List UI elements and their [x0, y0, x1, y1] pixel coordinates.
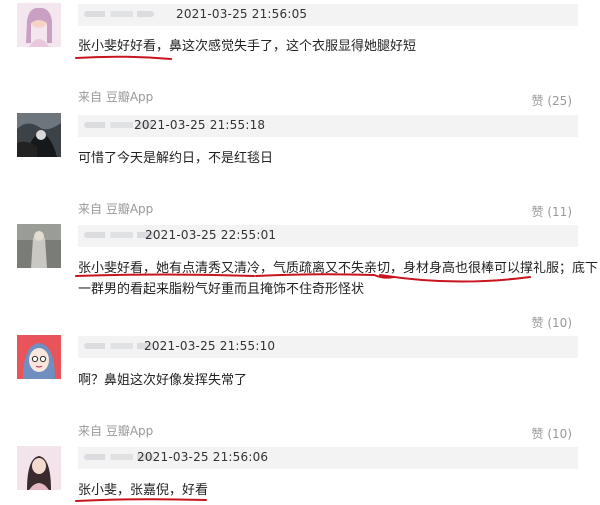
like-button[interactable]: 赞 (25) — [532, 92, 572, 109]
like-button[interactable]: 赞 (10) — [532, 425, 572, 442]
avatar[interactable] — [17, 446, 61, 490]
username-redacted[interactable] — [84, 7, 154, 21]
source-label: 来自 豆瓣App — [78, 202, 154, 216]
red-underline — [75, 273, 531, 283]
like-button[interactable]: 赞 (10) — [532, 314, 572, 331]
comment-meta-bar: 2021-03-25 22:55:01 — [78, 225, 578, 247]
timestamp: 2021-03-25 22:55:01 — [145, 228, 277, 242]
comment-text: 啊？鼻姐这次好像发挥失常了 — [78, 373, 248, 388]
comment-meta-bar: 2021-03-25 21:56:06 — [78, 447, 578, 469]
source-label: 来自 豆瓣App — [78, 424, 154, 438]
comment-meta-bar: 2021-03-25 21:56:05 — [78, 4, 578, 26]
username-redacted[interactable] — [84, 228, 154, 242]
timestamp: 2021-03-25 21:56:06 — [137, 450, 269, 464]
source-label: 来自 豆瓣App — [78, 90, 154, 104]
timestamp: 2021-03-25 21:56:05 — [176, 7, 308, 21]
avatar[interactable] — [17, 224, 61, 268]
avatar[interactable] — [17, 113, 61, 157]
avatar[interactable] — [17, 3, 61, 47]
comment-meta-bar: 2021-03-25 21:55:10 — [78, 336, 578, 358]
avatar[interactable] — [17, 335, 61, 379]
comment-text: 可惜了今天是解约日，不是红毯日 — [78, 151, 274, 166]
timestamp: 2021-03-25 21:55:10 — [144, 339, 276, 353]
red-underline — [75, 498, 207, 502]
comment-meta-bar: 2021-03-25 21:55:18 — [78, 115, 578, 137]
red-underline — [75, 55, 172, 60]
timestamp: 2021-03-25 21:55:18 — [134, 118, 266, 132]
like-button[interactable]: 赞 (11) — [532, 203, 572, 220]
